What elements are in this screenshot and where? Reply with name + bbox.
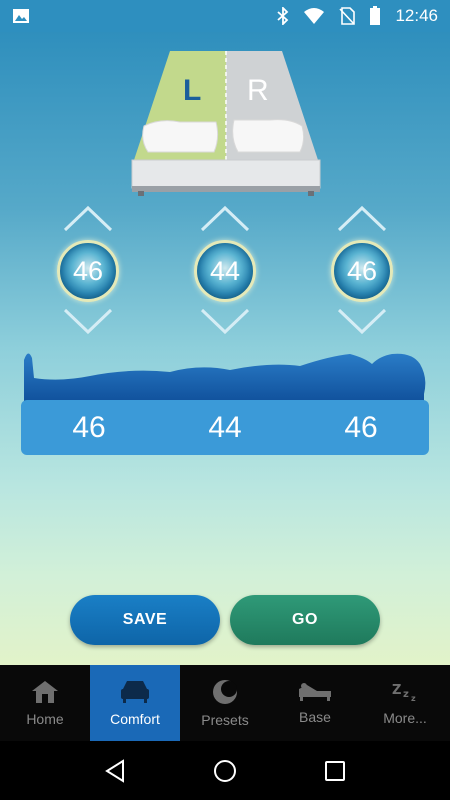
bed-left-label[interactable]: L: [183, 74, 201, 108]
home-circle-icon[interactable]: [213, 759, 237, 783]
zzz-icon: Z z z: [392, 683, 416, 703]
tab-base[interactable]: Base: [270, 665, 360, 741]
tab-label: Comfort: [110, 711, 160, 727]
chevron-down-icon[interactable]: [317, 302, 407, 342]
svg-text:Z: Z: [392, 683, 401, 698]
chevron-up-icon[interactable]: [317, 202, 407, 242]
tab-label: Home: [26, 711, 64, 727]
chevron-down-icon[interactable]: [180, 302, 270, 342]
chevron-down-icon[interactable]: [43, 302, 133, 342]
svg-text:z: z: [403, 689, 409, 700]
firmness-dial: 46: [331, 240, 393, 302]
chevron-up-icon[interactable]: [43, 202, 133, 242]
tab-label: More...: [383, 710, 427, 726]
image-icon: [13, 9, 29, 23]
back-icon[interactable]: [104, 758, 126, 783]
tab-more[interactable]: Z z z More...: [360, 665, 450, 741]
firmness-dial: 46: [57, 240, 119, 302]
mattress-bar: 46 44 46: [21, 400, 429, 455]
no-sim-icon: [339, 7, 356, 25]
recents-icon[interactable]: [324, 760, 346, 782]
mattress-value-head: 46: [344, 410, 378, 444]
left-pillow: [142, 120, 219, 153]
bed-right-label[interactable]: R: [247, 74, 269, 108]
zone-head: 46: [317, 202, 407, 342]
tab-comfort[interactable]: Comfort: [90, 665, 180, 741]
save-button[interactable]: SAVE: [70, 595, 220, 645]
status-time: 12:46: [395, 6, 438, 25]
moon-icon: [213, 680, 237, 704]
status-bar: 12:46: [0, 0, 450, 32]
tab-label: Presets: [201, 712, 249, 728]
battery-icon: [370, 6, 381, 25]
adjustable-base-icon: [299, 683, 331, 701]
bed-illustration: [131, 51, 321, 196]
tab-home[interactable]: Home: [0, 665, 90, 741]
bluetooth-icon: [277, 7, 289, 25]
go-button[interactable]: GO: [230, 595, 380, 645]
comfort-screen: L R 46 44 46 46 44 46 SAVE GO: [0, 32, 450, 665]
wifi-icon: [304, 8, 325, 24]
bed-icon: [121, 681, 149, 703]
system-navigation-bar: [0, 741, 450, 800]
zone-hips: 44: [180, 202, 270, 342]
tab-presets[interactable]: Presets: [180, 665, 270, 741]
firmness-dial: 44: [194, 240, 256, 302]
zone-feet: 46: [43, 202, 133, 342]
mattress-value-hips: 44: [208, 410, 242, 444]
right-pillow: [232, 119, 305, 153]
tab-label: Base: [299, 709, 331, 725]
mattress-value-feet: 46: [72, 410, 106, 444]
svg-text:z: z: [411, 694, 416, 703]
bottom-tab-bar: Home Comfort Presets Base Z z z More...: [0, 665, 450, 741]
home-icon: [32, 681, 58, 703]
chevron-up-icon[interactable]: [180, 202, 270, 242]
